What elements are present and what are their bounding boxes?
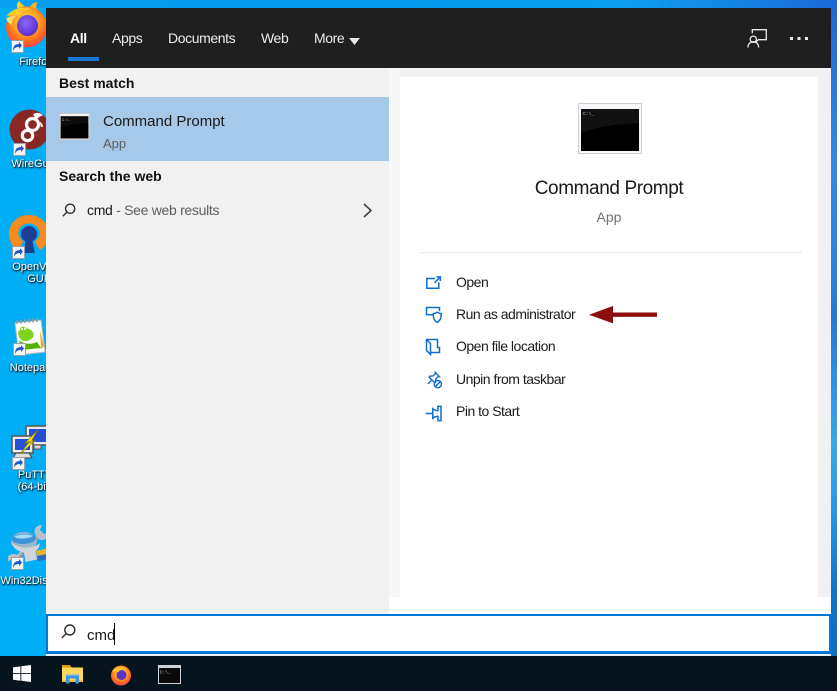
svg-text:C:\.: C:\. [62,118,71,123]
svg-text:C:\_: C:\_ [583,111,594,117]
svg-text:C:\_: C:\_ [160,671,171,676]
